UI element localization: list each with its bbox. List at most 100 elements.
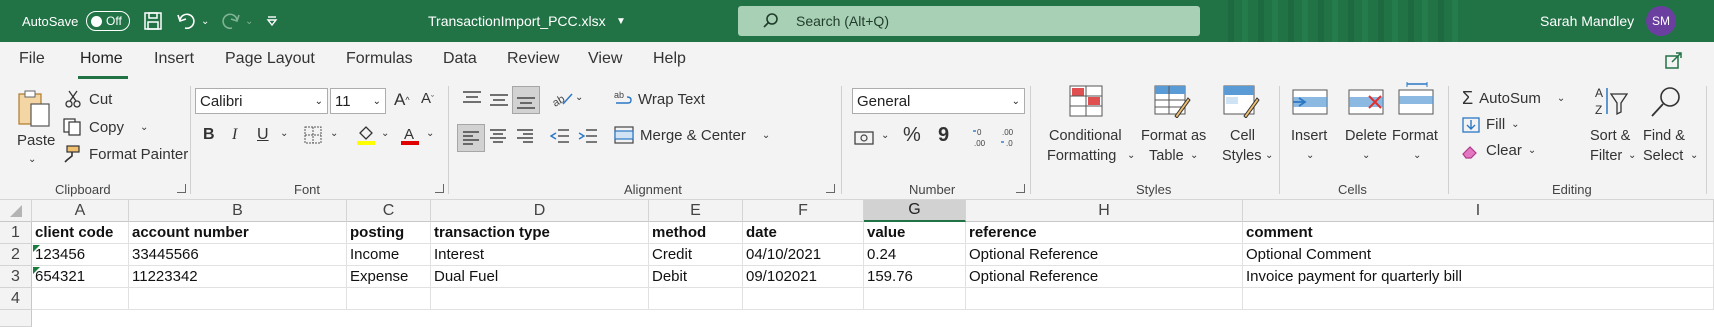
- undo-dropdown-icon[interactable]: ⌄: [201, 0, 209, 42]
- autosum-dropdown-icon[interactable]: ⌄: [1557, 93, 1565, 104]
- column-header-i[interactable]: I: [1243, 200, 1714, 222]
- conditional-formatting-label1[interactable]: Conditional: [1049, 128, 1122, 144]
- font-color-dropdown-icon[interactable]: ⌄: [426, 128, 434, 139]
- format-cells-button[interactable]: Format: [1392, 128, 1438, 144]
- sort-filter-icon[interactable]: AZ: [1594, 84, 1630, 120]
- number-as-text-warning-icon[interactable]: [33, 267, 40, 274]
- cell-d2[interactable]: Interest: [431, 244, 649, 266]
- column-header-b[interactable]: B: [129, 200, 347, 222]
- format-as-table-icon[interactable]: [1153, 84, 1191, 118]
- customize-toolbar-icon[interactable]: [266, 0, 278, 42]
- increase-indent-icon[interactable]: [578, 128, 598, 144]
- merge-dropdown-icon[interactable]: ⌄: [762, 130, 770, 141]
- cell-styles-label2[interactable]: Styles: [1222, 148, 1262, 164]
- sort-filter-label1[interactable]: Sort &: [1590, 128, 1630, 144]
- decrease-decimal-icon[interactable]: .00.0: [1000, 126, 1022, 148]
- number-as-text-warning-icon[interactable]: [33, 245, 40, 252]
- cell-f3[interactable]: 09/102021: [743, 266, 864, 288]
- align-center-icon[interactable]: [489, 128, 507, 144]
- cell-e2[interactable]: Credit: [649, 244, 743, 266]
- cell-c4[interactable]: [347, 288, 431, 310]
- sort-filter-dropdown-icon[interactable]: ⌄: [1628, 150, 1636, 161]
- accounting-format-icon[interactable]: [854, 128, 876, 146]
- find-select-icon[interactable]: [1648, 84, 1684, 120]
- font-size-select[interactable]: 11 ⌄: [330, 88, 386, 114]
- autosave-toggle[interactable]: Off: [86, 11, 130, 31]
- row-header-2[interactable]: 2: [0, 244, 32, 266]
- bold-button[interactable]: B: [203, 126, 215, 144]
- delete-cells-dropdown-icon[interactable]: ⌄: [1362, 150, 1370, 161]
- cell-b4[interactable]: [129, 288, 347, 310]
- increase-decimal-icon[interactable]: 0.00: [972, 126, 994, 148]
- borders-dropdown-icon[interactable]: ⌄: [330, 128, 338, 139]
- cell-i4[interactable]: [1243, 288, 1714, 310]
- decrease-indent-icon[interactable]: [550, 128, 570, 144]
- sort-filter-label2[interactable]: Filter: [1590, 148, 1622, 164]
- format-cells-icon[interactable]: [1397, 82, 1435, 118]
- comma-style-button[interactable]: 9: [938, 124, 949, 147]
- cell-f1[interactable]: date: [743, 222, 864, 244]
- cell-e1[interactable]: method: [649, 222, 743, 244]
- cell-h2[interactable]: Optional Reference: [966, 244, 1243, 266]
- share-icon[interactable]: [1664, 50, 1684, 73]
- tab-home[interactable]: Home: [80, 50, 123, 68]
- fill-color-dropdown-icon[interactable]: ⌄: [381, 128, 389, 139]
- tab-file[interactable]: File: [19, 50, 45, 68]
- middle-align-icon[interactable]: [489, 90, 509, 108]
- italic-button[interactable]: I: [232, 126, 237, 144]
- paste-dropdown-icon[interactable]: ⌄: [28, 154, 36, 165]
- format-as-table-label2[interactable]: Table: [1149, 148, 1184, 164]
- cell-a3[interactable]: 654321: [32, 266, 129, 288]
- paste-button[interactable]: Paste: [17, 132, 55, 149]
- find-select-label2[interactable]: Select: [1643, 148, 1683, 164]
- cell-g4[interactable]: [864, 288, 966, 310]
- cell-d4[interactable]: [431, 288, 649, 310]
- format-cells-dropdown-icon[interactable]: ⌄: [1413, 150, 1421, 161]
- cut-button[interactable]: Cut: [65, 90, 112, 108]
- find-select-dropdown-icon[interactable]: ⌄: [1690, 150, 1698, 161]
- conditional-formatting-label2[interactable]: Formatting: [1047, 148, 1116, 164]
- increase-font-size-icon[interactable]: A ^: [394, 90, 410, 110]
- conditional-formatting-dropdown-icon[interactable]: ⌄: [1127, 150, 1135, 161]
- orientation-dropdown-icon[interactable]: ⌄: [575, 92, 583, 103]
- cell-styles-label1[interactable]: Cell: [1230, 128, 1255, 144]
- conditional-formatting-icon[interactable]: [1068, 84, 1104, 118]
- column-header-c[interactable]: C: [347, 200, 431, 222]
- tab-formulas[interactable]: Formulas: [346, 50, 413, 68]
- tab-data[interactable]: Data: [443, 50, 477, 68]
- tab-page-layout[interactable]: Page Layout: [225, 50, 315, 68]
- tab-help[interactable]: Help: [653, 50, 686, 68]
- cell-a1[interactable]: client code: [32, 222, 129, 244]
- cell-f4[interactable]: [743, 288, 864, 310]
- cell-i1[interactable]: comment: [1243, 222, 1714, 244]
- delete-cells-button[interactable]: Delete: [1345, 128, 1387, 144]
- cell-d1[interactable]: transaction type: [431, 222, 649, 244]
- cell-i3[interactable]: Invoice payment for quarterly bill: [1243, 266, 1714, 288]
- underline-dropdown-icon[interactable]: ⌄: [280, 128, 288, 139]
- cell-h3[interactable]: Optional Reference: [966, 266, 1243, 288]
- cell-c1[interactable]: posting: [347, 222, 431, 244]
- underline-button[interactable]: U: [257, 126, 269, 144]
- format-as-table-label1[interactable]: Format as: [1141, 128, 1206, 144]
- cell-a4[interactable]: [32, 288, 129, 310]
- row-header-5[interactable]: [0, 310, 32, 327]
- cell-styles-dropdown-icon[interactable]: ⌄: [1265, 150, 1273, 161]
- column-header-a[interactable]: A: [32, 200, 129, 222]
- row-header-1[interactable]: 1: [0, 222, 32, 244]
- tab-review[interactable]: Review: [507, 50, 559, 68]
- search-box[interactable]: Search (Alt+Q): [738, 6, 1200, 36]
- avatar[interactable]: SM: [1646, 6, 1676, 36]
- borders-icon[interactable]: [304, 126, 322, 144]
- cell-b2[interactable]: 33445566: [129, 244, 347, 266]
- font-name-select[interactable]: Calibri ⌄: [195, 88, 328, 114]
- paste-icon[interactable]: [16, 88, 54, 130]
- copy-button[interactable]: Copy ⌄: [63, 118, 148, 136]
- number-format-select[interactable]: General ⌄: [852, 88, 1025, 114]
- select-all-corner[interactable]: [0, 200, 32, 222]
- font-launcher-icon[interactable]: [435, 184, 444, 193]
- undo-icon[interactable]: [176, 0, 198, 42]
- bottom-align-icon[interactable]: [512, 86, 540, 114]
- find-select-label1[interactable]: Find &: [1643, 128, 1685, 144]
- insert-cells-dropdown-icon[interactable]: ⌄: [1306, 150, 1314, 161]
- align-left-icon[interactable]: [457, 124, 485, 152]
